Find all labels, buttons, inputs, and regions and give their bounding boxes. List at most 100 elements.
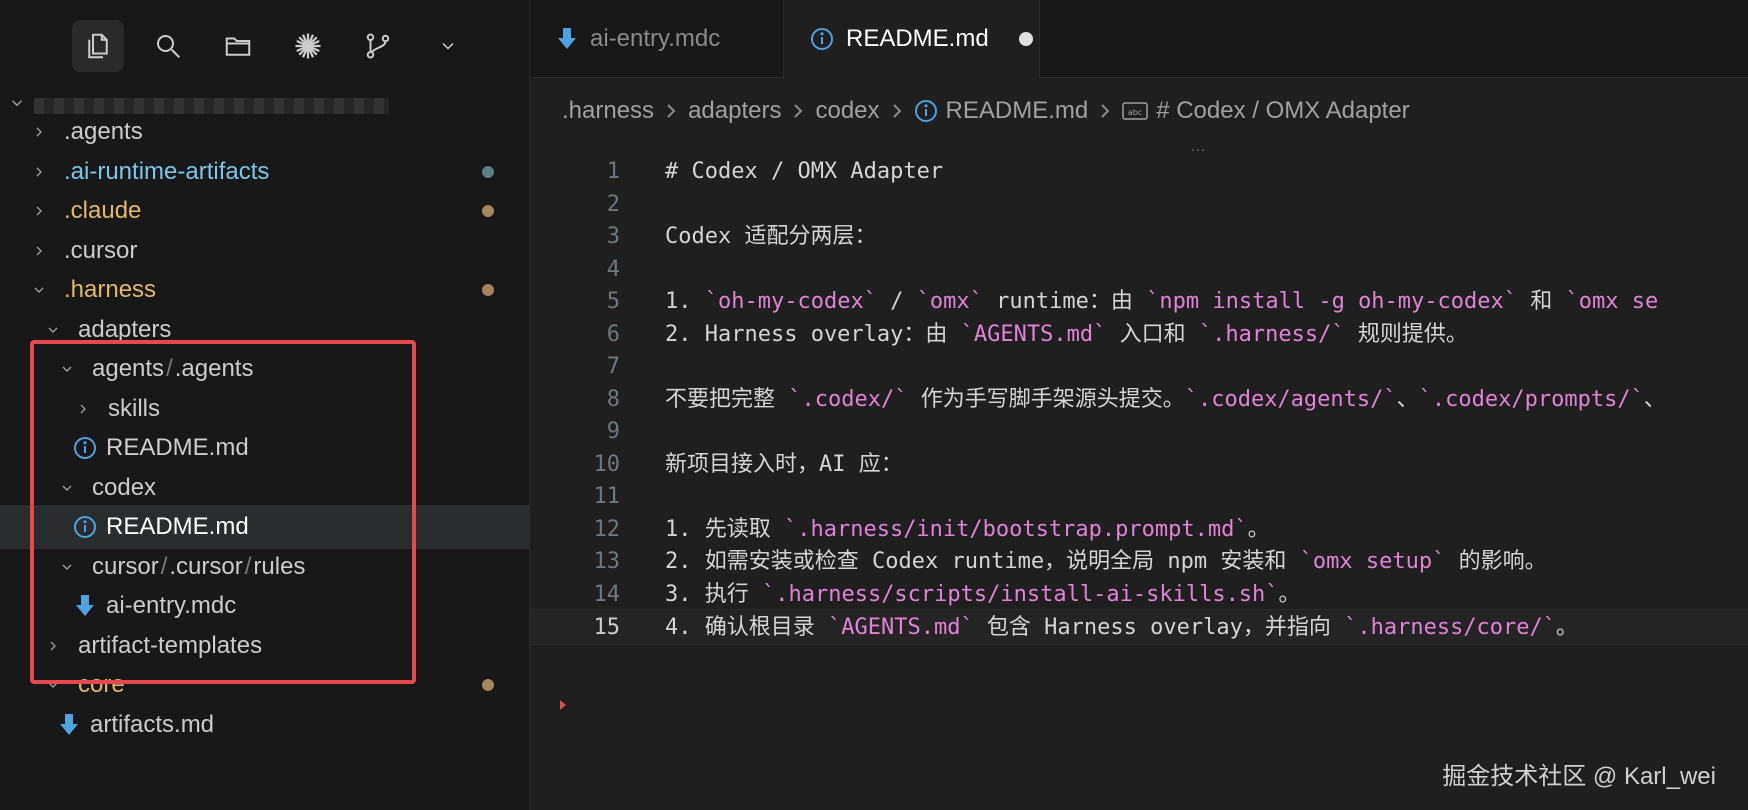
- breadcrumb-item[interactable]: README.md: [946, 97, 1089, 125]
- text-run: # Codex / OMX Adapter: [665, 159, 944, 184]
- code-line[interactable]: 12 1. 先读取 `.harness/init/bootstrap.prompt…: [530, 512, 1748, 548]
- text-run: 、: [1396, 386, 1419, 412]
- text-run: 3. 执行: [665, 581, 762, 607]
- tree-item[interactable]: .claude: [0, 189, 530, 233]
- folder-icon[interactable]: [212, 20, 264, 72]
- line-number: 1: [606, 159, 620, 184]
- line-number: 10: [593, 451, 621, 477]
- tree-item[interactable]: .ai-runtime-artifacts: [0, 150, 530, 194]
- chevron-down-icon[interactable]: [56, 477, 78, 499]
- tree-item[interactable]: README.md: [0, 426, 530, 470]
- code-text: 3. 执行 `.harness/scripts/install-ai-skill…: [665, 577, 1301, 613]
- code-line[interactable]: 11: [530, 479, 1748, 515]
- tree-item-label: agents: [92, 355, 165, 382]
- info-icon: [72, 514, 98, 540]
- code-line[interactable]: 7: [530, 349, 1748, 385]
- code-line[interactable]: 13 2. 如需安装或检查 Codex runtime，说明全局 npm 安装和 …: [530, 544, 1748, 580]
- code-text: 2. 如需安装或检查 Codex runtime，说明全局 npm 安装和 `o…: [665, 544, 1547, 580]
- breadcrumb-item[interactable]: codex: [815, 97, 879, 125]
- sparkle-icon[interactable]: [282, 20, 334, 72]
- line-number: 13: [593, 549, 621, 574]
- breadcrumb-item[interactable]: # Codex / OMX Adapter: [1156, 97, 1409, 125]
- code-line[interactable]: 1 # Codex / OMX Adapter: [530, 154, 1748, 190]
- chevron-right-icon: [1098, 101, 1112, 121]
- tree-item[interactable]: core: [0, 663, 530, 707]
- tree-item[interactable]: ai-entry.mdc: [0, 584, 530, 628]
- chevron-right-icon[interactable]: [42, 635, 64, 657]
- text-run: 1. 先读取: [665, 516, 784, 542]
- code-text: 1. `oh-my-codex` / `omx` runtime：由 `npm …: [665, 284, 1658, 320]
- chevron-down-icon[interactable]: [56, 556, 78, 578]
- inline-code: `omx`: [916, 289, 983, 314]
- code-text: # Codex / OMX Adapter: [665, 154, 943, 190]
- code-line[interactable]: 5 1. `oh-my-codex` / `omx` runtime：由 `npm…: [530, 284, 1748, 320]
- code-line[interactable]: 4: [530, 252, 1748, 288]
- text-run: 。: [1556, 615, 1579, 640]
- git-status-dot: [482, 679, 494, 691]
- modified-dot-icon[interactable]: [1018, 32, 1033, 46]
- tree-item[interactable]: codex: [0, 466, 530, 510]
- source-control-icon[interactable]: [352, 20, 404, 72]
- text-run: 、: [1643, 386, 1666, 412]
- path-separator: /: [244, 552, 252, 580]
- files-icon[interactable]: [72, 20, 124, 72]
- text-run: 2. Harness overlay：由: [665, 321, 961, 347]
- tree-item[interactable]: artifacts.md: [0, 703, 530, 747]
- text-run: 。: [1278, 581, 1301, 607]
- line-number: 7: [606, 354, 620, 379]
- text-run: /: [876, 289, 917, 314]
- tree-item[interactable]: artifact-templates: [0, 624, 530, 668]
- text-run: 不要把完整: [665, 386, 789, 412]
- tree-item-label: README.md: [106, 434, 249, 461]
- chevron-right-icon[interactable]: [28, 200, 50, 222]
- text-run: 作为手写脚手架源头提交。: [907, 386, 1185, 412]
- chevron-right-icon[interactable]: [72, 398, 94, 420]
- code-line[interactable]: 6 2. Harness overlay：由 `AGENTS.md` 入口和 `.…: [530, 317, 1748, 353]
- code-line[interactable]: 3 Codex 适配分两层：: [530, 219, 1748, 255]
- path-separator: /: [166, 355, 173, 382]
- tree-item-label: codex: [92, 473, 157, 501]
- tree-item-label: .agents: [174, 355, 254, 382]
- line-number: 2: [606, 191, 620, 217]
- chevron-down-icon[interactable]: [56, 358, 78, 380]
- chevron-right-icon[interactable]: [28, 121, 50, 143]
- breadcrumb-item[interactable]: .harness: [562, 97, 654, 125]
- tree-item[interactable]: agents / .agents: [0, 347, 530, 391]
- tree-item[interactable]: adapters: [0, 308, 530, 352]
- download-icon: [72, 593, 98, 619]
- code-line[interactable]: 8 不要把完整 `.codex/` 作为手写脚手架源头提交。`.codex/age…: [530, 382, 1748, 418]
- search-icon[interactable]: [142, 20, 194, 72]
- text-run: 1.: [665, 289, 705, 314]
- tab-readme[interactable]: README.md: [784, 0, 1040, 78]
- tree-item-label: .cursor: [169, 552, 243, 580]
- code-line[interactable]: 15 4. 确认根目录 `AGENTS.md` 包含 Harness overla…: [530, 609, 1748, 645]
- info-icon: [72, 435, 98, 461]
- tree-item[interactable]: README.md: [0, 505, 530, 549]
- chevron-down-icon[interactable]: [422, 20, 474, 72]
- tree-item[interactable]: .harness: [0, 268, 530, 312]
- line-number: 4: [606, 256, 620, 282]
- tab-ai-entry[interactable]: ai-entry.mdc: [530, 0, 784, 78]
- symbol-string-icon: abc: [1122, 101, 1148, 121]
- inline-code: `omx se: [1565, 289, 1659, 314]
- inline-code: `.harness/init/bootstrap.prompt.md`: [783, 516, 1248, 542]
- chevron-right-icon[interactable]: [28, 161, 50, 183]
- breadcrumb-item[interactable]: adapters: [688, 97, 781, 125]
- chevron-down-icon[interactable]: [42, 319, 64, 341]
- tree-item[interactable]: .cursor: [0, 229, 530, 273]
- code-line[interactable]: 14 3. 执行 `.harness/scripts/install-ai-ski…: [530, 577, 1748, 613]
- tree-item[interactable]: cursor / .cursor / rules: [0, 545, 530, 589]
- code-line[interactable]: 9: [530, 414, 1748, 450]
- chevron-down-icon[interactable]: [42, 674, 64, 696]
- line-number: 11: [593, 484, 621, 509]
- activity-bar: [72, 18, 474, 74]
- chevron-down-icon[interactable]: [28, 279, 50, 301]
- chevron-right-icon[interactable]: [28, 240, 50, 262]
- text-run: 规则提供。: [1344, 321, 1468, 347]
- code-line[interactable]: 10 新项目接入时，AI 应：: [530, 447, 1748, 483]
- chevron-right-icon: [890, 101, 904, 121]
- code-line[interactable]: 2: [530, 187, 1748, 223]
- tree-item[interactable]: skills: [0, 387, 530, 431]
- tree-item[interactable]: .agents: [0, 110, 530, 154]
- inline-code: `.codex/agents/`: [1184, 386, 1397, 412]
